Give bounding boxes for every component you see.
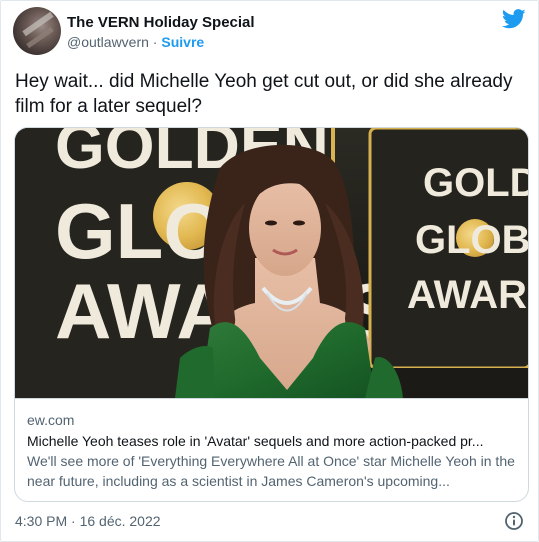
- follow-button[interactable]: Suivre: [161, 34, 204, 50]
- card-photo: GOLDEN GLOBE AWARDS GOLDEN GLOBE AWARDS: [15, 128, 529, 398]
- twitter-bird-icon[interactable]: [502, 9, 526, 29]
- handle-separator: ·: [148, 34, 162, 50]
- card-title[interactable]: Michelle Yeoh teases role in 'Avatar' se…: [27, 431, 518, 451]
- tweet-timestamp[interactable]: 4:30 PM · 16 déc. 2022: [15, 513, 161, 529]
- tweet-embed: The VERN Holiday Special @outlawvern · S…: [0, 0, 539, 542]
- author-handle[interactable]: @outlawvern: [67, 34, 149, 50]
- card-domain: ew.com: [27, 412, 75, 428]
- card-meta: ew.com Michelle Yeoh teases role in 'Ava…: [15, 398, 528, 501]
- info-icon[interactable]: [504, 511, 524, 531]
- card-image: GOLDEN GLOBE AWARDS GOLDEN GLOBE AWARDS: [15, 128, 529, 398]
- sign-right-line-1: GOLDEN: [423, 161, 529, 205]
- card-description: We'll see more of 'Everything Everywhere…: [27, 453, 515, 489]
- link-card[interactable]: GOLDEN GLOBE AWARDS GOLDEN GLOBE AWARDS: [14, 127, 529, 502]
- tweet-text: Hey wait... did Michelle Yeoh get cut ou…: [15, 71, 513, 117]
- author-display-name[interactable]: The VERN Holiday Special: [67, 14, 255, 31]
- sign-right-line-3: AWARDS: [407, 273, 529, 317]
- author-handle-line: @outlawvern · Suivre: [67, 34, 204, 50]
- sign-right-line-2: GLOBE: [415, 218, 529, 262]
- avatar[interactable]: [13, 7, 61, 55]
